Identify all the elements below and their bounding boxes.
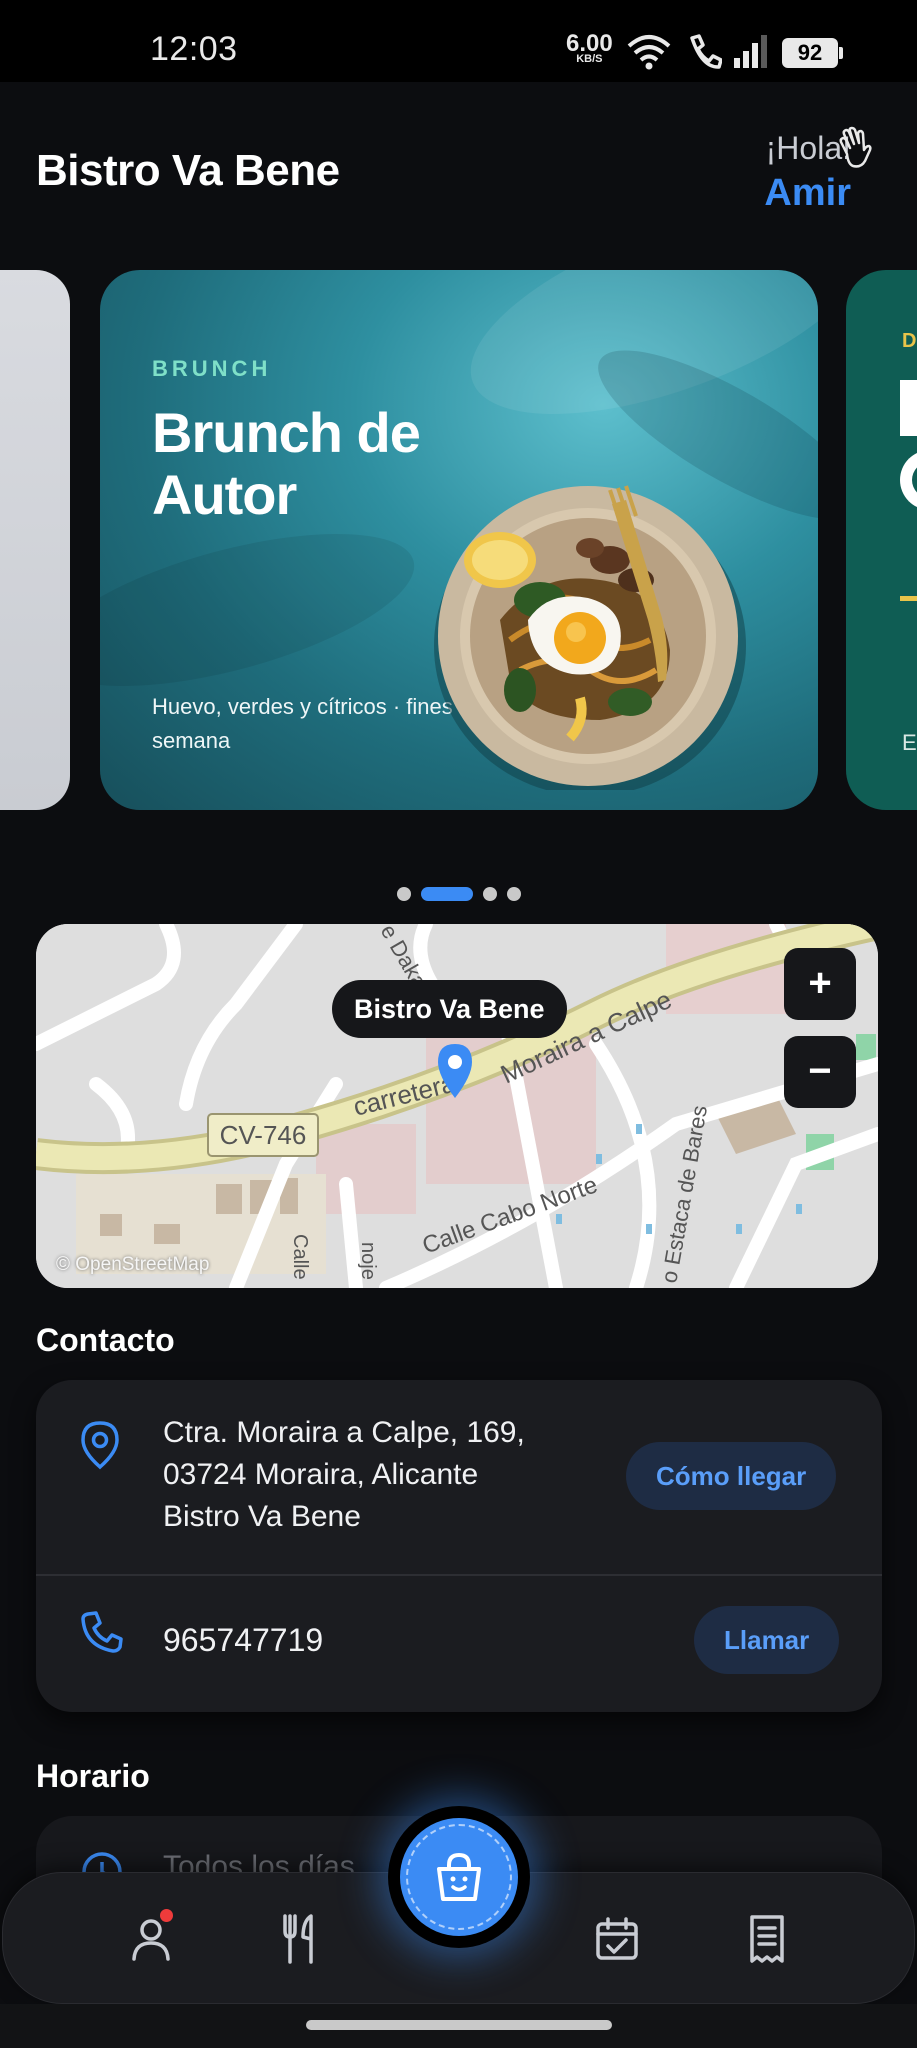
map-attribution[interactable]: © OpenStreetMap <box>56 1254 209 1276</box>
call-icon <box>690 34 722 69</box>
carousel-card-previous[interactable] <box>0 270 70 810</box>
app-title: Bistro Va Bene <box>36 146 340 195</box>
battery-icon: 92 <box>782 38 843 68</box>
carousel-dot-2[interactable] <box>420 887 473 901</box>
cart-button[interactable] <box>400 1818 518 1936</box>
map-zoom-out-button[interactable]: − <box>784 1036 856 1108</box>
nav-orders[interactable] <box>735 1907 799 1971</box>
contact-section-title: Contacto <box>36 1322 175 1358</box>
contact-card: Ctra. Moraira a Calpe, 169, 03724 Morair… <box>36 1380 882 1712</box>
call-button[interactable]: Llamar <box>694 1606 840 1674</box>
carousel-card-brunch[interactable]: BRUNCH Brunch de Autor Huevo, verdes y c… <box>100 270 818 810</box>
home-indicator[interactable] <box>306 2020 612 2030</box>
notification-badge <box>160 1909 173 1922</box>
brunch-dish-image <box>434 485 746 790</box>
carousel-pagination[interactable] <box>0 884 917 904</box>
map-zoom-in-button[interactable]: + <box>784 948 856 1020</box>
address-text: Ctra. Moraira a Calpe, 169, 03724 Morair… <box>163 1416 525 1533</box>
next-card-text: E <box>902 730 917 755</box>
nav-reservations[interactable] <box>585 1907 649 1971</box>
user-name[interactable]: Amir <box>764 172 851 215</box>
carousel-card-next[interactable]: D E <box>846 270 917 810</box>
hours-section-title: Horario <box>36 1758 150 1794</box>
nav-profile[interactable] <box>119 1907 183 1971</box>
wave-hand-icon <box>839 126 872 168</box>
carousel-dot-4[interactable] <box>506 887 521 901</box>
calendar-icon <box>596 1917 638 1960</box>
svg-text:noje: noje <box>357 1242 379 1280</box>
wifi-icon <box>627 35 671 70</box>
contact-divider <box>36 1574 882 1576</box>
map-pin-icon[interactable] <box>436 1042 474 1102</box>
next-card-tag: D <box>902 330 917 352</box>
promo-carousel[interactable]: BRUNCH Brunch de Autor Huevo, verdes y c… <box>0 270 917 810</box>
map-tiles: CV-746 carretera Moraira a Calpe Calle C… <box>36 924 878 1288</box>
directions-button[interactable]: Cómo llegar <box>626 1442 837 1510</box>
nav-menu[interactable] <box>267 1907 331 1971</box>
card-category-tag: BRUNCH <box>152 356 272 381</box>
phone-number[interactable]: 965747719 <box>163 1622 323 1659</box>
orders-icon <box>750 1915 784 1963</box>
network-speed: 6.00 KB/S <box>566 30 613 65</box>
map-marker-label: Bistro Va Bene <box>332 980 567 1038</box>
status-bar: 12:03 6.00 KB/S 92 <box>0 0 917 82</box>
profile-icon <box>132 1919 170 1961</box>
menu-icon <box>283 1914 313 1964</box>
phone-icon <box>81 1611 123 1653</box>
status-time: 12:03 <box>150 30 238 68</box>
cart-icon <box>437 1852 481 1901</box>
svg-text:Calle: Calle <box>289 1234 311 1280</box>
carousel-dot-1[interactable] <box>396 887 411 901</box>
location-icon <box>81 1421 119 1470</box>
carousel-dot-3[interactable] <box>482 887 497 901</box>
svg-text:CV-746: CV-746 <box>220 1120 307 1150</box>
location-map[interactable]: CV-746 carretera Moraira a Calpe Calle C… <box>36 924 878 1288</box>
signal-icon <box>734 35 767 68</box>
